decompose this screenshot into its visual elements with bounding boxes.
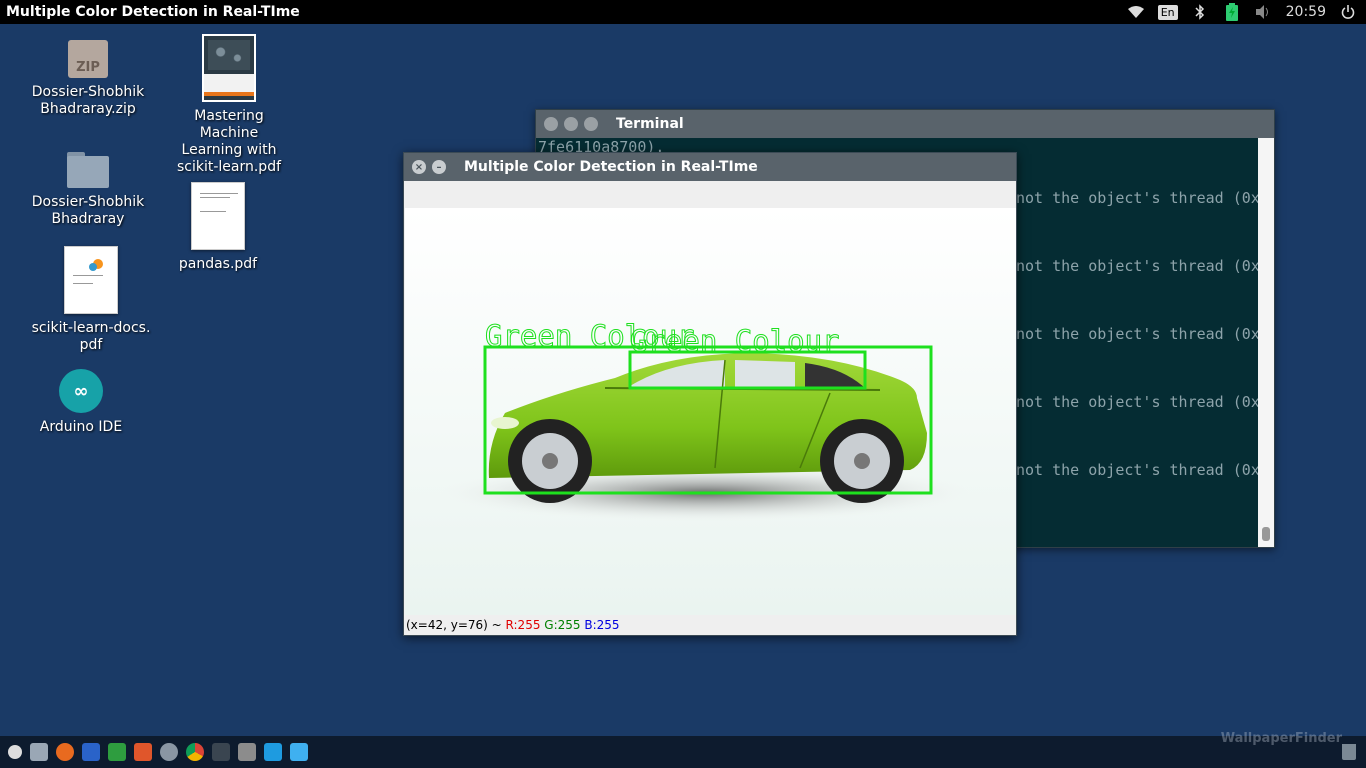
- folder-icon: [67, 152, 109, 188]
- desktop-icon-ml-book[interactable]: Mastering Machine Learning with scikit-l…: [169, 34, 289, 176]
- taskbar: [0, 736, 1366, 768]
- desktop-icon-label: scikit-learn-docs. pdf: [31, 320, 151, 353]
- cv-titlebar[interactable]: × – Multiple Color Detection in Real-TIm…: [404, 153, 1016, 181]
- trash-icon[interactable]: [1342, 744, 1356, 760]
- book-cover-icon: [202, 34, 256, 102]
- terminal-titlebar[interactable]: Terminal: [536, 110, 1274, 138]
- detection-label: Green Colour: [630, 324, 840, 358]
- terminal-line: not the object's thread (0x: [1016, 325, 1258, 343]
- keyboard-layout-indicator[interactable]: En: [1157, 4, 1178, 20]
- active-window-title: Multiple Color Detection in Real-TIme: [6, 4, 300, 20]
- terminal-icon[interactable]: [212, 743, 230, 761]
- terminal-line: not the object's thread (0x: [1016, 189, 1258, 207]
- files-icon[interactable]: [30, 743, 48, 761]
- bluetooth-icon[interactable]: [1190, 2, 1210, 22]
- desktop-icon-arduino[interactable]: ∞ Arduino IDE: [21, 369, 141, 436]
- terminal-line: not the object's thread (0x: [1016, 461, 1258, 479]
- cursor-coords: (x=42, y=76) ~: [406, 618, 502, 632]
- clock[interactable]: 20:59: [1286, 4, 1326, 20]
- chrome-icon[interactable]: [186, 743, 204, 761]
- terminal-title: Terminal: [616, 116, 684, 132]
- pdf-document-icon: [64, 246, 118, 314]
- power-icon[interactable]: [1338, 2, 1358, 22]
- window-icon-active[interactable]: [290, 743, 308, 761]
- settings-icon[interactable]: [160, 743, 178, 761]
- minimize-icon[interactable]: –: [432, 160, 446, 174]
- volume-icon[interactable]: [1254, 2, 1274, 22]
- help-icon[interactable]: [238, 743, 256, 761]
- desktop-icon-label: Dossier-Shobhik Bhadraray: [31, 194, 145, 227]
- firefox-icon[interactable]: [56, 743, 74, 761]
- color-detection-window[interactable]: × – Multiple Color Detection in Real-TIm…: [403, 152, 1017, 636]
- pixel-status-bar: (x=42, y=76) ~ R:255 G:255 B:255: [404, 615, 1016, 635]
- maximize-icon[interactable]: [584, 117, 598, 131]
- impress-icon[interactable]: [134, 743, 152, 761]
- desktop-icon-label: pandas.pdf: [178, 256, 258, 272]
- close-icon[interactable]: ×: [412, 160, 426, 174]
- arduino-icon: ∞: [59, 369, 103, 413]
- calc-icon[interactable]: [108, 743, 126, 761]
- window-icon[interactable]: [264, 743, 282, 761]
- terminal-line: not the object's thread (0x: [1016, 257, 1258, 275]
- pdf-document-icon: [191, 182, 245, 250]
- minimize-icon[interactable]: [564, 117, 578, 131]
- video-frame[interactable]: Green Colour Green Colour: [405, 208, 1016, 616]
- wifi-icon[interactable]: [1126, 2, 1146, 22]
- top-panel: Multiple Color Detection in Real-TIme En…: [0, 0, 1366, 24]
- desktop-icon-label: Dossier-Shobhik Bhadraray.zip: [31, 84, 145, 117]
- close-icon[interactable]: [544, 117, 558, 131]
- terminal-line: not the object's thread (0x: [1016, 393, 1258, 411]
- scrollbar-thumb[interactable]: [1262, 527, 1270, 541]
- red-value: R:255: [505, 618, 541, 632]
- cv-window-title: Multiple Color Detection in Real-TIme: [464, 159, 758, 175]
- green-value: G:255: [544, 618, 581, 632]
- cv-toolbar: [404, 181, 1016, 208]
- battery-icon[interactable]: [1222, 2, 1242, 22]
- desktop-icon-label: Arduino IDE: [39, 419, 123, 435]
- desktop-icon-pandas[interactable]: pandas.pdf: [158, 182, 278, 273]
- desktop-icon-folder[interactable]: Dossier-Shobhik Bhadraray: [28, 152, 148, 228]
- menu-icon[interactable]: [8, 745, 22, 759]
- wallpaper-watermark: WallpaperFinder: [1220, 731, 1342, 746]
- terminal-scrollbar[interactable]: [1258, 138, 1274, 547]
- system-tray: En 20:59: [1126, 0, 1358, 24]
- blue-value: B:255: [584, 618, 620, 632]
- desktop-icon-label: Mastering Machine Learning with scikit-l…: [176, 108, 282, 175]
- desktop-icon-scikit-docs[interactable]: scikit-learn-docs. pdf: [31, 246, 151, 354]
- zip-archive-icon: ZIP: [68, 40, 108, 78]
- desktop-icon-zip[interactable]: ZIP Dossier-Shobhik Bhadraray.zip: [28, 40, 148, 118]
- writer-icon[interactable]: [82, 743, 100, 761]
